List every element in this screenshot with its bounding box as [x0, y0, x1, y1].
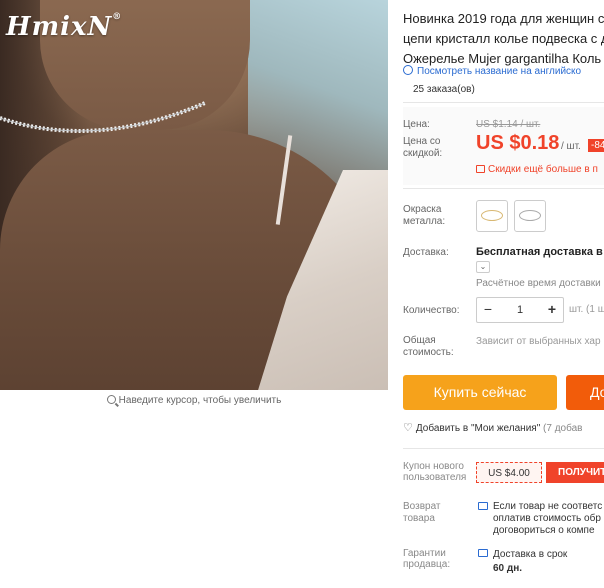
chevron-down-icon[interactable]: ⌄: [476, 261, 490, 273]
guarantee-days: 60 дн.: [493, 563, 523, 574]
search-icon: [106, 395, 116, 404]
returns-line: договориться о компе: [493, 525, 595, 536]
silver-ring-icon: [519, 210, 541, 221]
shipping-time: Расчётное время доставки: [476, 278, 601, 289]
total-label: Общая стоимость:: [403, 335, 454, 358]
add-to-wishlist-link[interactable]: ♡ Добавить в "Мои желания" (7 добав: [403, 421, 582, 434]
returns-line: Если товар не соответс: [493, 501, 603, 512]
returns-line: оплатив стоимость обр: [493, 513, 601, 524]
coupon-amount: US $4.00: [476, 462, 542, 483]
guarantee-label: Гарантии продавца:: [403, 548, 451, 570]
buy-now-button[interactable]: Купить сейчас: [403, 375, 557, 410]
promo-link[interactable]: Скидки ещё больше в п: [476, 164, 598, 175]
quantity-increase-button[interactable]: +: [541, 298, 563, 322]
divider: [403, 188, 604, 189]
product-image[interactable]: HmixN®: [0, 0, 388, 390]
title-line: цепи кристалл колье подвеска с д: [403, 31, 604, 46]
coupon-label: Купон нового пользователя: [403, 461, 467, 483]
divider: [403, 102, 604, 103]
quantity-input[interactable]: [499, 298, 541, 322]
cart-icon: [476, 165, 485, 173]
delivery-truck-icon: [478, 549, 488, 557]
price-unit: / шт.: [561, 141, 581, 152]
old-price: US $1.14 / шт.: [476, 119, 541, 130]
zoom-hint: Наведите курсор, чтобы увеличить: [0, 394, 388, 406]
quantity-label: Количество:: [403, 305, 460, 316]
guarantee-text: Доставка в срок 60 дн.: [493, 548, 567, 576]
gold-ring-icon: [481, 210, 503, 221]
return-icon: [478, 502, 488, 510]
discount-price-label: Цена со скидкой:: [403, 136, 443, 159]
quantity-stepper: − +: [476, 297, 564, 323]
shipping-label: Доставка:: [403, 247, 449, 258]
divider: [403, 448, 604, 449]
discount-price: US $0.18: [476, 132, 560, 154]
shipping-value[interactable]: Бесплатная доставка в R: [476, 246, 604, 258]
guarantee-line: Доставка в срок: [493, 549, 568, 560]
choker-chain: [0, 101, 206, 133]
quantity-unit: шт. (1 ш: [569, 304, 604, 315]
price-label: Цена:: [403, 119, 430, 130]
quantity-decrease-button[interactable]: −: [477, 298, 499, 322]
total-value: Зависит от выбранных хар: [476, 336, 601, 347]
silver-choker-swatch[interactable]: [514, 200, 546, 232]
add-to-cart-button[interactable]: До: [566, 375, 604, 410]
price-block: Цена: US $1.14 / шт. Цена со скидкой: US…: [403, 107, 604, 185]
translate-icon: [403, 65, 413, 75]
product-info-panel: Новинка 2019 года для женщин с цепи крис…: [403, 0, 604, 588]
color-label: Окраска металла:: [403, 204, 446, 227]
translate-title-link[interactable]: Посмотреть название на английско: [403, 64, 581, 77]
title-line: Новинка 2019 года для женщин с: [403, 11, 604, 26]
brand-logo: HmixN®: [6, 12, 123, 42]
discount-badge: -84: [588, 139, 604, 152]
returns-text: Если товар не соответс оплатив стоимость…: [493, 501, 602, 537]
product-title: Новинка 2019 года для женщин с цепи крис…: [403, 9, 604, 69]
returns-label: Возврат товара: [403, 501, 441, 524]
heart-icon: ♡: [403, 422, 413, 434]
gold-choker-swatch[interactable]: [476, 200, 508, 232]
orders-count: 25 заказа(ов): [413, 84, 475, 95]
get-coupon-button[interactable]: ПОЛУЧИТ: [546, 462, 604, 483]
wishlist-count: (7 добав: [543, 423, 583, 434]
